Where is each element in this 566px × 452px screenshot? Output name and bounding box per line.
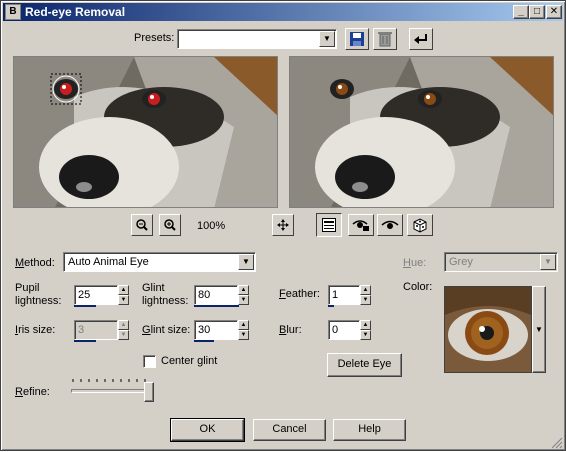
proof-toggle-button[interactable] (316, 213, 342, 237)
pupil-lightness-spinner[interactable]: ▲ ▼ (118, 285, 129, 305)
floppy-disk-icon (350, 32, 364, 46)
delete-eye-label: Delete Eye (337, 358, 392, 370)
glint-lightness-slider-fill (194, 305, 239, 307)
move-arrows-icon (277, 219, 289, 231)
close-button[interactable]: ✕ (546, 5, 562, 19)
center-glint-label: Center glint (161, 355, 218, 367)
glint-lightness-input[interactable]: 80 (194, 285, 238, 305)
eye-lock-button[interactable] (348, 214, 374, 236)
feather-input[interactable]: 1 (328, 285, 360, 305)
iris-size-input[interactable]: 3 (74, 320, 118, 340)
chevron-down-icon: ▼ (535, 325, 543, 334)
glint-lightness-spinner[interactable]: ▲ ▼ (238, 285, 249, 305)
window-title: Red-eye Removal (25, 5, 126, 19)
method-combo[interactable]: Auto Animal Eye ▼ (63, 252, 256, 272)
dice-icon (413, 218, 427, 233)
feather-slider-fill (328, 305, 334, 307)
trash-can-icon (378, 32, 392, 47)
eye-view-button[interactable] (377, 214, 403, 236)
center-glint-checkbox[interactable] (143, 355, 156, 368)
hue-combo[interactable]: Grey ▼ (444, 252, 558, 272)
glint-size-slider-fill (194, 340, 214, 342)
zoom-level: 100% (197, 220, 226, 232)
randomize-button[interactable] (407, 214, 433, 236)
presets-label: Presets: (134, 32, 175, 44)
blur-input[interactable]: 0 (328, 320, 360, 340)
chevron-down-icon[interactable]: ▼ (238, 254, 254, 270)
app-icon: B (5, 4, 21, 20)
pupil-lightness-slider-fill (74, 305, 96, 307)
feather-spinner[interactable]: ▲ ▼ (360, 285, 371, 305)
zoom-out-icon (136, 219, 148, 231)
hue-label: Hue: (403, 257, 427, 269)
method-label: Method: (15, 257, 55, 269)
dog-before-image (14, 57, 277, 207)
delete-eye-button[interactable]: Delete Eye (327, 353, 402, 377)
zoom-in-icon (164, 219, 176, 231)
eye-icon (381, 220, 399, 229)
eye-color-sample (445, 287, 531, 372)
color-swatch[interactable] (444, 286, 532, 373)
zoom-out-button[interactable] (131, 214, 153, 236)
glint-lightness-label-2: lightness: (142, 295, 189, 307)
refine-label: Refine: (15, 386, 50, 398)
pupil-lightness-label-2: lightness: (15, 295, 62, 307)
hue-value: Grey (449, 256, 473, 268)
eye-lock-icon (352, 220, 369, 231)
before-preview[interactable] (13, 56, 278, 208)
chevron-down-icon[interactable]: ▼ (540, 254, 556, 270)
zoom-in-button[interactable] (159, 214, 181, 236)
delete-preset-button[interactable] (373, 28, 397, 50)
reset-button[interactable] (409, 28, 433, 50)
color-label: Color: (403, 281, 433, 293)
glint-size-label: Glint size: (142, 324, 191, 336)
cancel-label: Cancel (272, 423, 307, 435)
color-dropdown-button[interactable]: ▼ (532, 286, 546, 373)
presets-combo[interactable]: ▼ (177, 29, 337, 49)
refine-slider-track[interactable] (71, 389, 151, 393)
title-bar: B Red-eye Removal _ □ ✕ (3, 3, 563, 21)
chevron-down-icon[interactable]: ▼ (319, 31, 335, 47)
undo-arrow-icon (414, 34, 427, 44)
help-button[interactable]: Help (333, 419, 406, 441)
resize-grip[interactable] (551, 437, 563, 449)
refine-slider-thumb[interactable] (144, 382, 154, 402)
iris-size-slider-fill (74, 340, 96, 342)
iris-size-label: Iris size: (15, 324, 56, 336)
pupil-lightness-label-1: Pupil (15, 282, 40, 294)
feather-label: Feather: (279, 288, 320, 300)
pupil-lightness-input[interactable]: 25 (74, 285, 118, 305)
ok-label: OK (199, 423, 216, 435)
glint-lightness-label-1: Glint (142, 282, 165, 294)
method-value: Auto Animal Eye (68, 256, 149, 268)
dog-after-image (290, 57, 553, 207)
proof-icon (322, 218, 336, 232)
blur-spinner[interactable]: ▲ ▼ (360, 320, 371, 340)
blur-label: Blur: (279, 324, 302, 336)
red-eye-removal-dialog: B Red-eye Removal _ □ ✕ Presets: ▼ 100% … (0, 0, 566, 451)
minimize-button[interactable]: _ (513, 5, 529, 19)
ok-button[interactable]: OK (170, 418, 245, 442)
save-preset-button[interactable] (345, 28, 369, 50)
glint-size-spinner[interactable]: ▲ ▼ (238, 320, 249, 340)
maximize-button[interactable]: □ (529, 5, 545, 19)
iris-size-spinner[interactable]: ▲ ▼ (118, 320, 129, 340)
help-label: Help (358, 423, 381, 435)
cancel-button[interactable]: Cancel (253, 419, 326, 441)
glint-size-input[interactable]: 30 (194, 320, 238, 340)
refine-ticks (71, 376, 153, 384)
after-preview (289, 56, 554, 208)
pan-button[interactable] (272, 214, 294, 236)
